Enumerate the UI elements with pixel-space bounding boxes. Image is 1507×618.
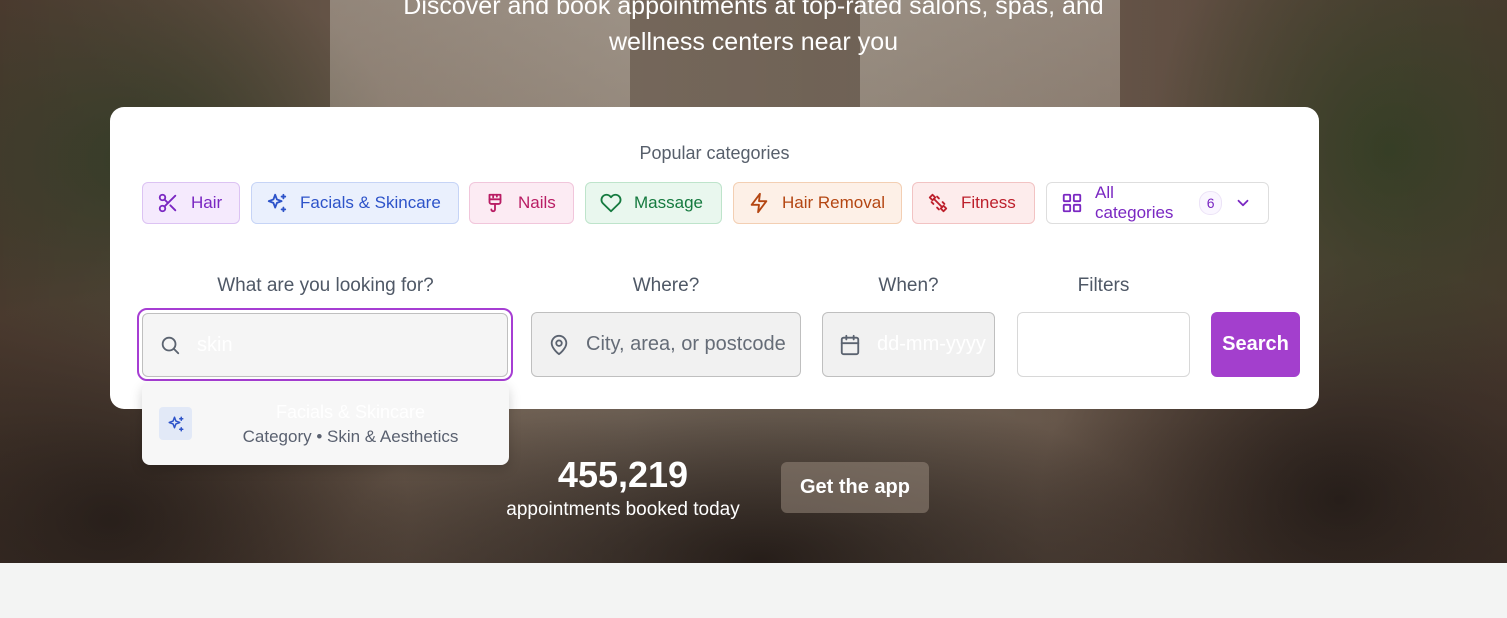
sparkles-icon	[267, 193, 287, 213]
grid-icon	[1062, 193, 1082, 213]
search-suggestions-dropdown: Facials & Skincare Category • Skin & Aes…	[142, 383, 509, 465]
category-chip-nails[interactable]: Nails	[469, 182, 574, 224]
filters-field[interactable]	[1017, 312, 1190, 377]
category-chip-facials-skincare[interactable]: Facials & Skincare	[251, 182, 459, 224]
get-the-app-button[interactable]: Get the app	[781, 462, 929, 513]
all-categories-dropdown[interactable]: All categories 6	[1046, 182, 1269, 224]
map-pin-icon	[550, 334, 568, 355]
category-chip-label: Massage	[634, 193, 703, 212]
what-search-field[interactable]	[142, 313, 508, 377]
hero-tagline: Discover and book appointments at top-ra…	[0, 0, 1507, 60]
where-label: Where?	[632, 275, 700, 296]
brush-icon	[488, 193, 502, 213]
hero-tagline-line-1: Discover and book appointments at top-ra…	[403, 0, 1104, 20]
when-date-field[interactable]	[822, 312, 995, 377]
category-chip-label: Nails	[518, 193, 556, 212]
zap-icon	[750, 192, 768, 214]
category-chip-label: Hair Removal	[782, 193, 885, 212]
bookings-count: 455,219	[557, 454, 689, 495]
suggestion-subtitle: Category • Skin & Aesthetics	[242, 427, 459, 446]
bookings-count-label: appointments booked today	[506, 499, 740, 520]
suggestion-title: Facials & Skincare	[275, 402, 426, 422]
category-chip-hair-removal[interactable]: Hair Removal	[733, 182, 902, 224]
calendar-icon	[840, 334, 860, 355]
category-chip-massage[interactable]: Massage	[585, 182, 722, 224]
categories-count-badge: 6	[1199, 191, 1222, 215]
category-chip-fitness[interactable]: Fitness	[912, 182, 1035, 224]
when-label: When?	[878, 275, 939, 296]
where-location-field[interactable]	[531, 312, 801, 377]
what-label: What are you looking for?	[217, 275, 434, 296]
all-categories-label: All categories	[1095, 183, 1174, 222]
category-chip-label: Fitness	[961, 193, 1016, 212]
date-input[interactable]	[877, 333, 994, 356]
dumbbell-icon	[928, 193, 948, 213]
category-chip-label: Hair	[191, 193, 223, 212]
hero-tagline-line-2: wellness centers near you	[608, 28, 899, 56]
search-button[interactable]: Search	[1211, 312, 1300, 377]
chevron-down-icon	[1237, 199, 1249, 207]
service-search-input[interactable]	[197, 333, 507, 357]
search-icon	[161, 336, 180, 355]
heart-icon	[600, 193, 622, 213]
category-chip-label: Facials & Skincare	[300, 193, 441, 212]
location-input[interactable]	[586, 333, 800, 356]
filters-label: Filters	[1077, 275, 1130, 296]
category-chip-hair[interactable]: Hair	[142, 182, 240, 224]
scissors-icon	[158, 193, 177, 213]
sparkles-icon	[159, 407, 192, 440]
popular-categories-title: Popular categories	[639, 143, 790, 163]
